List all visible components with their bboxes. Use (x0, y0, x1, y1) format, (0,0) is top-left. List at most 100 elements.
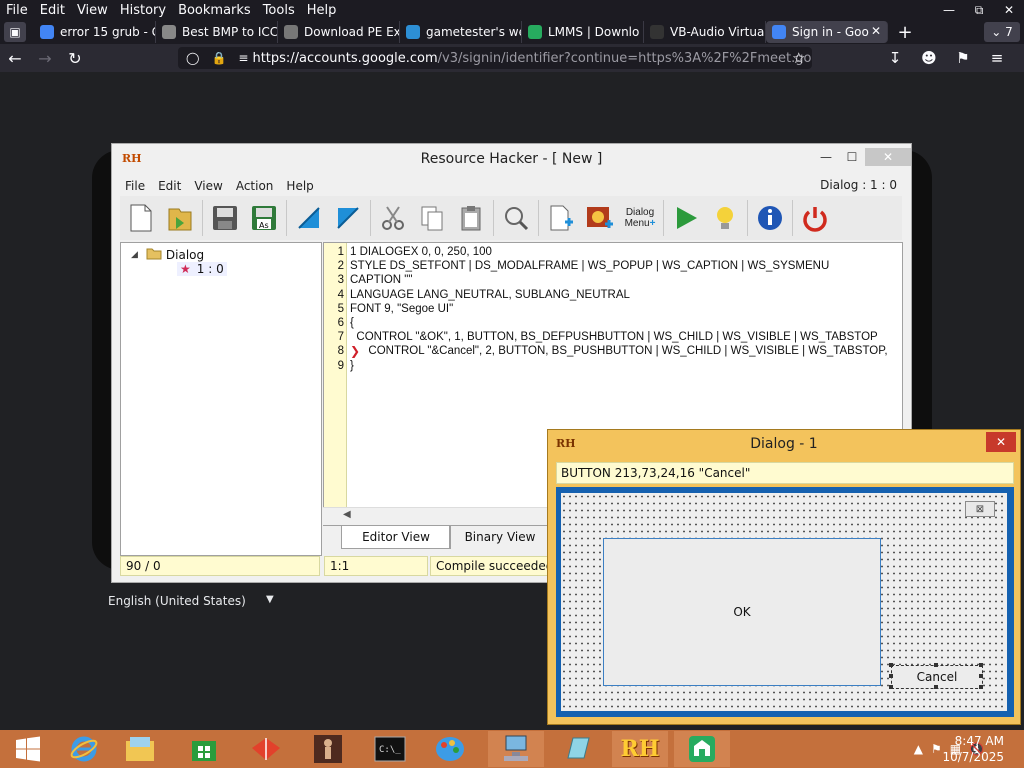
menu-edit[interactable]: Edit (40, 3, 65, 18)
network-app-icon[interactable] (488, 731, 544, 767)
new-file-icon[interactable] (123, 200, 159, 236)
run-script-icon[interactable] (668, 200, 704, 236)
preview-ok-button[interactable]: OK (603, 538, 881, 686)
minimize-icon[interactable]: — (934, 0, 964, 20)
windows-store-icon[interactable] (176, 731, 232, 767)
paint-icon[interactable] (422, 731, 478, 767)
lightbulb-icon[interactable] (707, 200, 743, 236)
navigation-bar: ← → ↻ ◯ 🔒 ≡ https://accounts.google.com /… (0, 44, 1024, 72)
permissions-icon[interactable]: ≡ (238, 51, 248, 65)
rh-maximize-icon[interactable]: ☐ (839, 148, 865, 166)
dialog-titlebar[interactable]: RH Dialog - 1 ✕ (548, 430, 1020, 458)
open-file-icon[interactable] (162, 200, 198, 236)
tree-node-dialog[interactable]: ◢ Dialog (131, 246, 204, 263)
power-icon[interactable] (797, 200, 833, 236)
browser-tab[interactable]: Sign in - Goo ✕ (766, 21, 888, 43)
import-icon[interactable] (291, 200, 327, 236)
menu-history[interactable]: History (120, 3, 166, 18)
save-icon[interactable] (207, 200, 243, 236)
rh-titlebar[interactable]: RH Resource Hacker - [ New ] — ☐ ✕ (112, 144, 911, 174)
reload-icon[interactable]: ↻ (60, 44, 90, 72)
lmms-icon[interactable] (674, 731, 730, 767)
shield-icon[interactable]: ◯ (186, 51, 199, 65)
menu-file[interactable]: File (6, 3, 28, 18)
new-tab-icon[interactable]: + (892, 22, 918, 43)
copy-icon[interactable] (414, 200, 450, 236)
tree-node-1-0[interactable]: ★ 1 : 0 (177, 262, 227, 276)
download-icon[interactable]: ↧ (878, 49, 912, 67)
tab-count: 7 (1005, 25, 1013, 39)
menu-bookmarks[interactable]: Bookmarks (178, 3, 251, 18)
resize-handle[interactable] (889, 674, 893, 678)
info-icon[interactable] (752, 200, 788, 236)
tray-expand-icon[interactable]: ▲ (914, 742, 923, 756)
dialog-menu-icon[interactable]: Dialog Menu+ (621, 200, 659, 236)
back-arrow-icon[interactable]: ← (0, 44, 30, 72)
menu-tools[interactable]: Tools (263, 3, 295, 18)
internet-explorer-icon[interactable] (56, 731, 112, 767)
save-as-icon[interactable]: As (246, 200, 282, 236)
dropdown-arrow-icon[interactable]: ▼ (266, 594, 274, 605)
system-clock[interactable]: 8:47 AM 10/7/2025 (942, 733, 1004, 765)
account-icon[interactable]: ☻ (912, 49, 946, 67)
rh-menu-help[interactable]: Help (286, 179, 313, 193)
notebook-icon[interactable] (550, 731, 606, 767)
scroll-left-icon[interactable]: ◀ (343, 509, 351, 520)
browser-tab[interactable]: VB-Audio Virtua (644, 21, 766, 43)
tab-editor-view[interactable]: Editor View (341, 526, 451, 549)
resize-handle[interactable] (934, 663, 938, 667)
rh-menu-view[interactable]: View (194, 179, 222, 193)
browser-tab[interactable]: Best BMP to ICC (156, 21, 278, 43)
lock-icon[interactable]: 🔒 (211, 51, 226, 65)
resize-handle[interactable] (979, 663, 983, 667)
resize-handle[interactable] (889, 685, 893, 689)
browser-tab[interactable]: error 15 grub - G (34, 21, 156, 43)
resize-handle[interactable] (979, 685, 983, 689)
dialog-preview-window: RH Dialog - 1 ✕ BUTTON 213,73,24,16 "Can… (548, 430, 1020, 724)
language-selector[interactable]: English (United States) (108, 594, 246, 608)
resize-handle[interactable] (934, 685, 938, 689)
rh-menu-action[interactable]: Action (236, 179, 274, 193)
restore-icon[interactable]: ⧉ (964, 0, 994, 20)
tab-binary-view[interactable]: Binary View (449, 526, 550, 548)
add-resource-icon[interactable] (543, 200, 579, 236)
resize-handle[interactable] (889, 663, 893, 667)
menu-view[interactable]: View (77, 3, 108, 18)
hamburger-menu-icon[interactable]: ≡ (980, 49, 1014, 67)
game-app-icon[interactable] (300, 731, 356, 767)
rh-minimize-icon[interactable]: — (813, 148, 839, 166)
browser-tab[interactable]: gametester's websit (400, 21, 522, 43)
star-icon: ★ (180, 262, 191, 276)
rh-menu-file[interactable]: File (125, 179, 145, 193)
code-line: 1 DIALOGEX 0, 0, 250, 100 (350, 246, 492, 258)
extensions-icon[interactable]: ⚑ (946, 49, 980, 67)
tab-list-icon[interactable]: ▣ (4, 22, 26, 42)
dialog-close-icon[interactable]: ✕ (986, 432, 1016, 452)
tab-count-button[interactable]: ⌄ 7 (984, 22, 1020, 42)
add-image-icon[interactable] (582, 200, 618, 236)
find-icon[interactable] (498, 200, 534, 236)
close-icon[interactable]: ✕ (994, 0, 1024, 20)
resize-handle[interactable] (979, 674, 983, 678)
url-bar[interactable]: ◯ 🔒 ≡ https://accounts.google.com/v3/sig… (178, 47, 812, 69)
rh-close-icon[interactable]: ✕ (865, 148, 911, 166)
browser-tab[interactable]: Download PE Ex (278, 21, 400, 43)
dialog-design-surface[interactable]: ⊠ OK Cancel (561, 493, 1007, 711)
export-icon[interactable] (330, 200, 366, 236)
windows-start-icon[interactable] (0, 731, 56, 767)
file-explorer-icon[interactable] (112, 731, 168, 767)
bookmark-star-icon[interactable]: ☆ (792, 49, 805, 67)
line-number: 8 (337, 345, 344, 358)
command-prompt-icon[interactable]: C:\_ (362, 731, 418, 767)
tree-expand-icon[interactable]: ◢ (131, 250, 138, 260)
browser-tab[interactable]: LMMS | Downlo (522, 21, 644, 43)
tab-close-icon[interactable]: ✕ (871, 24, 881, 38)
forward-arrow-icon[interactable]: → (30, 44, 60, 72)
rh-menu-edit[interactable]: Edit (158, 179, 181, 193)
menu-help[interactable]: Help (307, 3, 337, 18)
paste-icon[interactable] (453, 200, 489, 236)
action-center-flag-icon[interactable]: ⚑ (931, 742, 942, 756)
cut-icon[interactable] (375, 200, 411, 236)
app-box-icon[interactable] (238, 731, 294, 767)
resource-hacker-taskbar-icon[interactable]: RH (612, 731, 668, 767)
